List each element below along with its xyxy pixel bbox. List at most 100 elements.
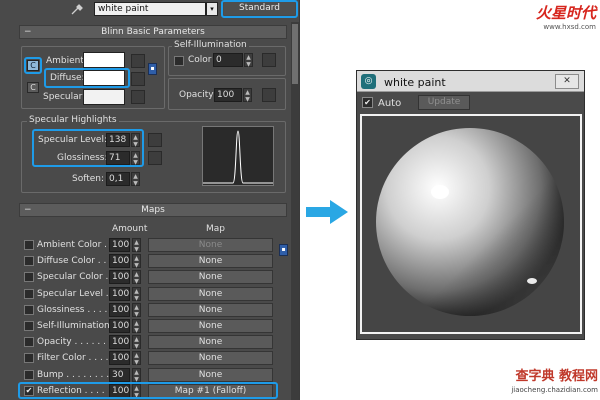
glossiness-value[interactable]: 71 — [106, 151, 130, 165]
map-row-label: Glossiness . . . . . — [37, 305, 114, 315]
self-illum-color-checkbox[interactable] — [174, 56, 184, 66]
map-row-map-button[interactable]: None — [148, 351, 273, 365]
map-row-amount[interactable]: 100 — [109, 254, 130, 268]
map-row-amount[interactable]: 100 — [109, 238, 130, 252]
map-row-amount-spinner[interactable]: ▲ ▼ — [132, 254, 141, 269]
maps-lock-icon[interactable]: ▪ — [279, 244, 288, 256]
glossiness-map-slot[interactable] — [148, 151, 162, 165]
lock-ambient-diffuse-button[interactable]: C — [27, 60, 39, 71]
map-row-map-button[interactable]: None — [148, 254, 273, 268]
map-row-checkbox[interactable] — [24, 272, 34, 282]
glossiness-spinner[interactable]: ▲ ▼ — [131, 151, 140, 166]
app-3dsmax-icon: ◎ — [361, 74, 376, 89]
map-row-checkbox[interactable] — [24, 353, 34, 363]
specular-map-slot[interactable] — [131, 90, 145, 104]
maps-amount-header: Amount — [112, 224, 148, 234]
map-row-amount[interactable]: 100 — [109, 351, 130, 365]
map-row-checkbox[interactable] — [24, 370, 34, 380]
map-row-amount-spinner[interactable]: ▲ ▼ — [132, 319, 141, 334]
collapse-icon: − — [24, 205, 32, 215]
maps-rollout-header[interactable]: − Maps — [19, 203, 287, 217]
specular-level-value[interactable]: 138 — [106, 133, 130, 147]
ambient-map-slot[interactable] — [131, 54, 145, 68]
map-row-amount-spinner[interactable]: ▲ ▼ — [132, 270, 141, 285]
map-row-map-button[interactable]: None — [148, 335, 273, 349]
map-row-amount-spinner[interactable]: ▲ ▼ — [132, 351, 141, 366]
hxsd-url: www.hxsd.com — [543, 23, 596, 31]
self-illum-spinner[interactable]: ▲ ▼ — [244, 53, 253, 68]
maps-map-header: Map — [206, 224, 225, 234]
map-row-label: Filter Color . . . . — [37, 353, 109, 363]
map-lock-icon[interactable]: ▪ — [148, 63, 157, 75]
map-row-label: Specular Level . . — [37, 289, 115, 299]
map-row-amount[interactable]: 100 — [109, 270, 130, 284]
map-row-amount[interactable]: 100 — [109, 303, 130, 317]
map-row-amount-spinner[interactable]: ▲ ▼ — [132, 303, 141, 318]
opacity-spinner[interactable]: ▲ ▼ — [243, 88, 252, 103]
map-row-amount[interactable]: 100 — [109, 287, 130, 301]
soften-value[interactable]: 0,1 — [106, 172, 130, 186]
map-row-amount[interactable]: 30 — [109, 368, 130, 382]
material-preview-viewport[interactable] — [360, 114, 582, 334]
map-row-label: Bump . . . . . . . . — [37, 370, 110, 380]
map-row-amount[interactable]: 100 — [109, 319, 130, 333]
close-button[interactable]: ✕ — [555, 74, 579, 89]
standard-button[interactable]: Standard — [224, 2, 295, 15]
blinn-rollout-header[interactable]: − Blinn Basic Parameters — [19, 25, 287, 39]
map-row-amount-spinner[interactable]: ▲ ▼ — [132, 287, 141, 302]
arrow-right-icon — [306, 200, 348, 224]
self-illum-color-value[interactable]: 0 — [213, 53, 243, 67]
map-row: Specular Color . . 100 ▲ ▼ None — [22, 270, 277, 285]
material-name-dropdown[interactable]: ▾ — [206, 2, 218, 16]
map-row-amount-spinner[interactable]: ▲ ▼ — [132, 238, 141, 253]
map-row-checkbox[interactable] — [24, 337, 34, 347]
specular-swatch[interactable] — [83, 89, 125, 105]
opacity-value[interactable]: 100 — [214, 88, 242, 102]
hxsd-logo-text: 火星时代 — [535, 4, 596, 22]
collapse-icon: − — [24, 27, 32, 37]
map-row-checkbox[interactable] — [24, 289, 34, 299]
opacity-map-slot[interactable] — [262, 88, 276, 102]
diffuse-label: Diffuse: — [50, 73, 85, 83]
map-row: Specular Level . . 100 ▲ ▼ None — [22, 287, 277, 302]
diffuse-swatch[interactable] — [83, 70, 125, 86]
diffuse-map-slot[interactable] — [131, 72, 145, 86]
map-row-map-button[interactable]: None — [148, 368, 273, 382]
map-row: Opacity . . . . . . . 100 ▲ ▼ None — [22, 335, 277, 350]
soften-spinner[interactable]: ▲ ▼ — [131, 172, 140, 187]
specular-level-map-slot[interactable] — [148, 133, 162, 147]
specular-level-spinner[interactable]: ▲ ▼ — [131, 133, 140, 148]
map-row-amount-spinner[interactable]: ▲ ▼ — [132, 335, 141, 350]
map-row: Ambient Color . . 100 ▲ ▼ None — [22, 238, 277, 253]
map-row-map-button[interactable]: None — [148, 303, 273, 317]
map-row-amount[interactable]: 100 — [109, 335, 130, 349]
maps-rollout-title: Maps — [141, 205, 165, 215]
preview-title: white paint — [384, 76, 446, 89]
rendered-sphere — [376, 128, 564, 316]
map-row: Bump . . . . . . . . 30 ▲ ▼ None — [22, 368, 277, 383]
panel-scrollbar-thumb[interactable] — [292, 24, 298, 84]
map-row-map-button[interactable]: None — [148, 319, 273, 333]
map-row-label: Ambient Color . . — [37, 240, 113, 250]
map-row-map-button[interactable]: None — [148, 238, 273, 252]
material-name-field[interactable]: white paint — [94, 2, 206, 16]
blinn-rollout-title: Blinn Basic Parameters — [101, 27, 205, 37]
map-row-amount-spinner[interactable]: ▲ ▼ — [132, 368, 141, 383]
map-row-checkbox[interactable] — [24, 305, 34, 315]
auto-label: Auto — [378, 98, 402, 109]
specular-highlights-title: Specular Highlights — [27, 115, 119, 125]
map-row-checkbox[interactable] — [24, 256, 34, 266]
update-button[interactable]: Update — [418, 95, 470, 110]
map-row-map-button[interactable]: None — [148, 287, 273, 301]
lock-diffuse-specular-button[interactable]: C — [27, 82, 39, 93]
map-row: Glossiness . . . . . 100 ▲ ▼ None — [22, 303, 277, 318]
map-row-checkbox[interactable] — [24, 321, 34, 331]
map-row: Diffuse Color . . . 100 ▲ ▼ None — [22, 254, 277, 269]
self-illum-map-slot[interactable] — [262, 53, 276, 67]
ambient-swatch[interactable] — [83, 52, 125, 68]
map-row-map-button[interactable]: None — [148, 270, 273, 284]
map-row-checkbox[interactable] — [24, 240, 34, 250]
auto-checkbox[interactable]: ✔ — [362, 97, 373, 108]
map-row: Filter Color . . . . 100 ▲ ▼ None — [22, 351, 277, 366]
eyedropper-icon[interactable] — [70, 3, 84, 15]
